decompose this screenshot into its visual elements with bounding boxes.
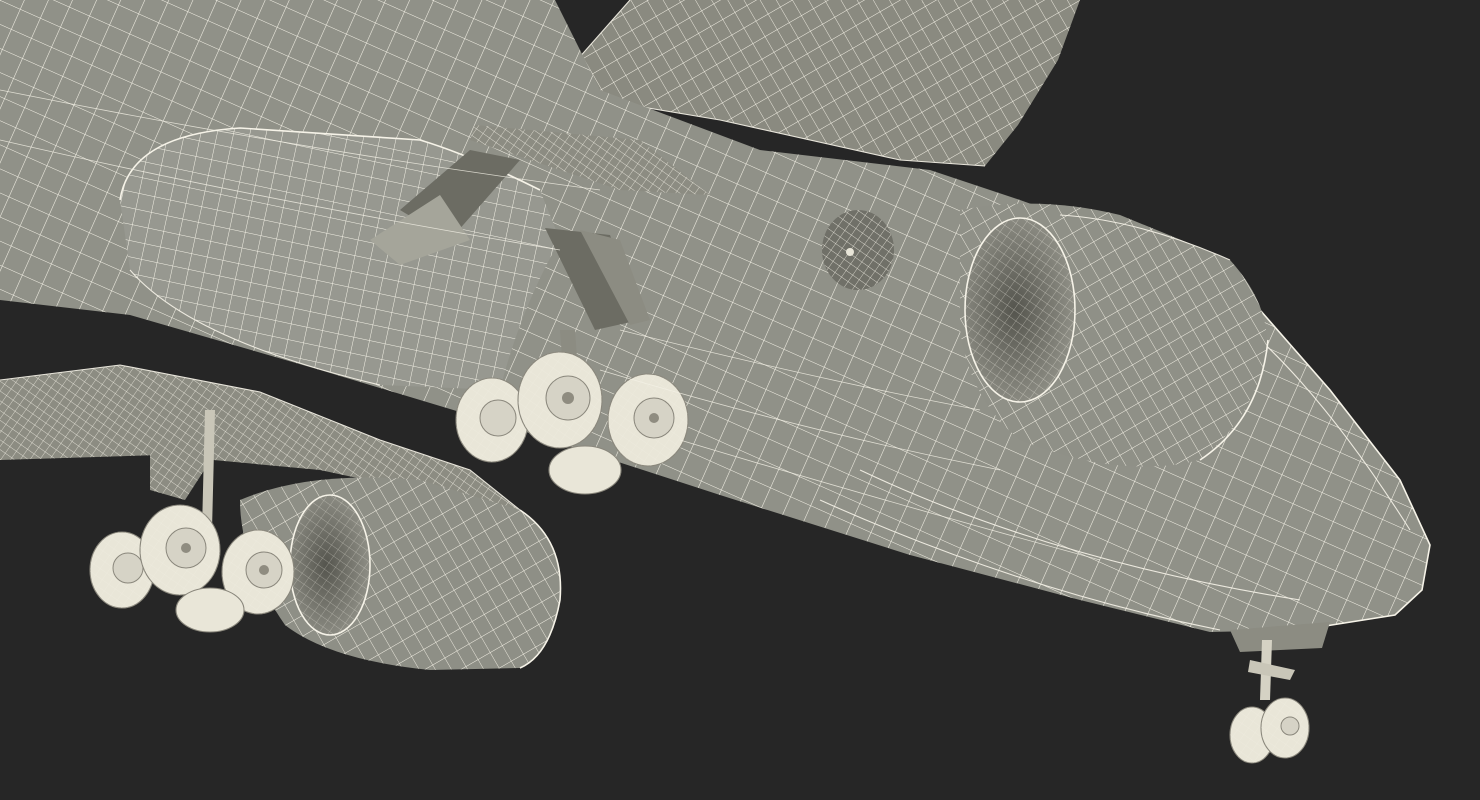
wheel [1260,697,1310,759]
wheel [517,351,603,449]
wheel [175,587,245,633]
wheel [139,504,221,596]
wheel [455,377,529,463]
wireframe-aircraft-render [0,0,1480,800]
wheel [548,445,622,495]
nose-landing-gear [1229,622,1330,764]
engine-exhaust-cone [822,210,894,290]
aircraft-svg [0,0,1431,764]
wheel [607,373,689,467]
right-engine-nacelle [960,203,1269,467]
